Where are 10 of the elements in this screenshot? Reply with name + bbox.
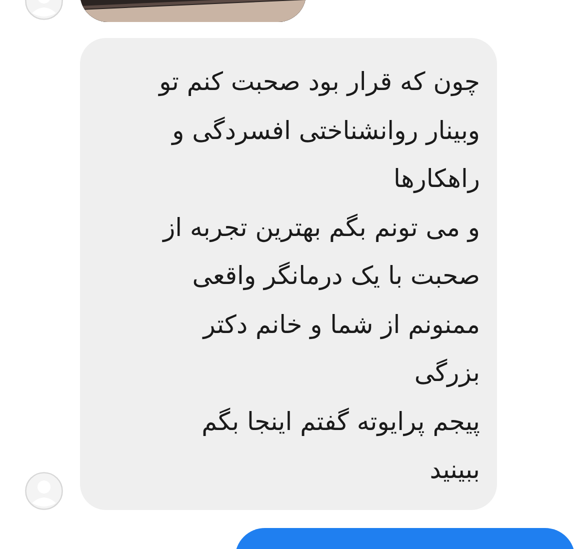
message-line: وبینار روانشناختی افسردگی و: [170, 114, 480, 148]
message-line: چون که قرار بود صحبت کنم تو: [157, 66, 480, 98]
message-line: بزرگی: [413, 357, 480, 390]
avatar-icon: [25, 472, 63, 510]
message-line: ممنونم از شما و خانم دکتر: [201, 308, 480, 342]
message-line: صحبت با یک درمانگر واقعی: [191, 260, 480, 292]
message-line: ببینید: [428, 454, 480, 486]
message-line: و می تونم بگم بهترین تجربه از: [161, 212, 480, 244]
message-line: راهکارها: [392, 163, 480, 196]
message-line: پیجم پرایوته گفتم اینجا بگم: [200, 406, 480, 438]
